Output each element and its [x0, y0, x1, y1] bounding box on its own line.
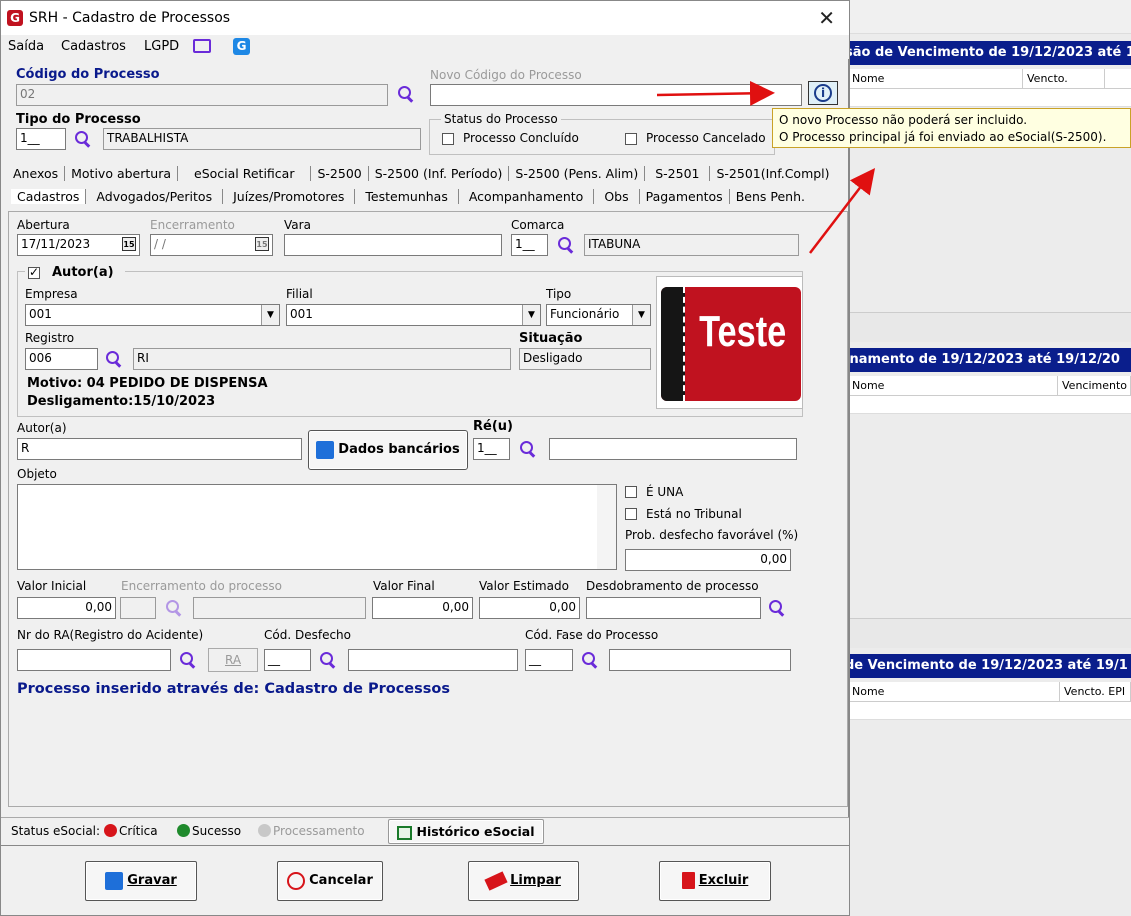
arrow-to-tooltip — [809, 168, 876, 254]
arrow-to-info — [656, 80, 775, 106]
annotation-arrows — [656, 80, 876, 254]
